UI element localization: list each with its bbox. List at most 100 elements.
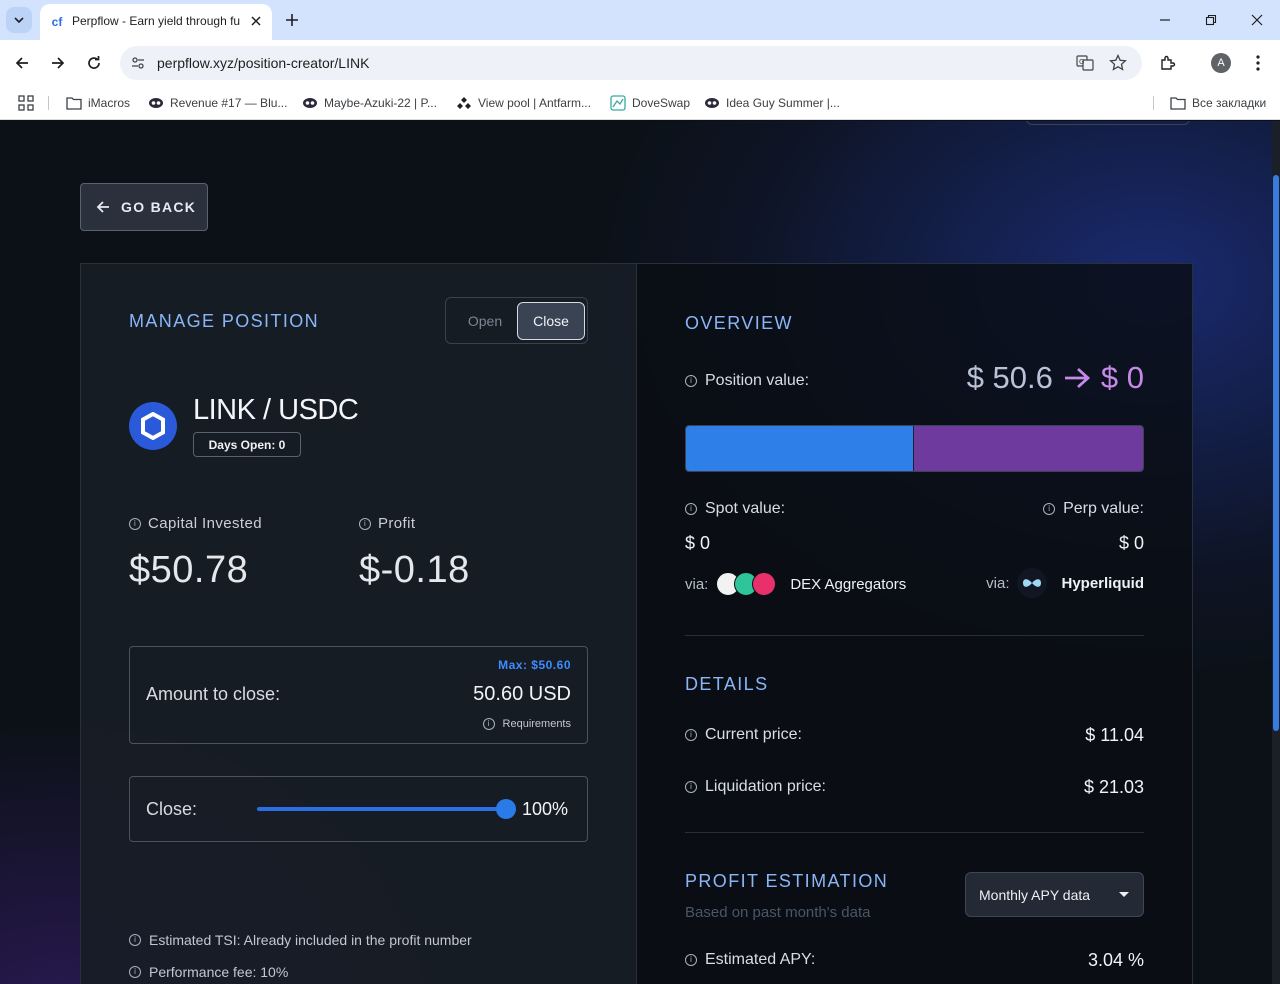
minimize-button[interactable]: [1157, 12, 1173, 28]
back-button[interactable]: [12, 53, 32, 73]
max-amount-button[interactable]: Max: $50.60: [498, 658, 571, 672]
arrow-left-icon: [96, 201, 109, 213]
info-icon[interactable]: i: [685, 729, 697, 741]
performance-fee-note: i Performance fee: 10%: [129, 964, 288, 980]
header-button-edge[interactable]: [1026, 121, 1190, 125]
details-title: DETAILS: [685, 674, 769, 694]
position-value-change: $ 50.6 $ 0: [967, 360, 1144, 396]
info-icon[interactable]: i: [685, 781, 697, 793]
info-icon[interactable]: i: [1043, 503, 1056, 515]
spot-bar-segment: [686, 426, 914, 471]
bookmark-doveswap[interactable]: DoveSwap: [610, 94, 690, 112]
info-icon[interactable]: i: [685, 503, 697, 515]
amount-to-close-label: Amount to close:: [146, 684, 281, 704]
apy-data-dropdown[interactable]: Monthly APY data: [965, 872, 1144, 917]
page-viewport: GO BACK MANAGE POSITION Open Close LINK …: [0, 121, 1272, 984]
browser-tab-strip: cf Perpflow - Earn yield through fu: [0, 0, 1280, 40]
amount-to-close-field[interactable]: Amount to close: Max: $50.60 50.60 USD i…: [129, 646, 588, 744]
window-close-button[interactable]: [1249, 12, 1265, 28]
bookmark-idea-guy[interactable]: Idea Guy Summer |...: [704, 94, 840, 112]
slider-track[interactable]: [257, 807, 507, 811]
perp-via-name: Hyperliquid: [1061, 574, 1144, 592]
info-icon[interactable]: i: [685, 375, 697, 387]
estimated-tsi-note: i Estimated TSI: Already included in the…: [129, 932, 472, 948]
perp-value: $ 0: [1118, 533, 1144, 553]
current-price-label: i Current price:: [685, 726, 802, 744]
bookmark-maybe-azuki[interactable]: Maybe-Azuki-22 | P...: [302, 94, 437, 112]
spot-via-name: DEX Aggregators: [790, 575, 907, 593]
close-slider-value: 100%: [522, 799, 569, 819]
minimize-icon: [1160, 19, 1170, 21]
browser-menu-button[interactable]: [1248, 53, 1268, 73]
toggle-open-option[interactable]: Open: [454, 303, 516, 339]
bookmark-star-icon[interactable]: [1109, 54, 1127, 72]
position-value-label: i Position value:: [685, 372, 809, 390]
perp-bar-segment: [913, 426, 1143, 471]
extensions-button[interactable]: [1158, 53, 1178, 73]
info-icon[interactable]: i: [129, 517, 141, 530]
estimated-apy-value: 3.04 %: [1087, 950, 1144, 970]
section-divider: [685, 635, 1144, 636]
spot-value: $ 0: [685, 533, 711, 553]
perpflow-favicon-icon: cf: [51, 15, 63, 29]
go-back-button[interactable]: GO BACK: [80, 183, 208, 231]
close-icon: [251, 16, 261, 26]
doveswap-icon: [610, 95, 626, 111]
manage-position-title: MANAGE POSITION: [129, 311, 320, 331]
arrow-right-icon: [52, 57, 65, 69]
info-icon[interactable]: i: [129, 966, 141, 978]
spot-value-label: i Spot value:: [685, 500, 785, 518]
bookmarks-separator: [1153, 96, 1154, 110]
address-bar[interactable]: perpflow.xyz/position-creator/LINK G: [120, 46, 1142, 80]
capital-invested-label: i Capital Invested: [129, 515, 262, 532]
overview-panel: OVERVIEW i Position value: $ 50.6 $ 0 i …: [637, 263, 1193, 984]
puzzle-icon: [1161, 55, 1176, 70]
close-icon: [1251, 14, 1263, 26]
bookmark-imacros[interactable]: iMacros: [66, 94, 130, 112]
new-tab-button[interactable]: [282, 10, 302, 30]
token-pair-name: LINK / USDC: [193, 394, 359, 426]
tab-close-button[interactable]: [248, 13, 264, 29]
profile-avatar[interactable]: A: [1211, 53, 1231, 73]
manage-position-panel: MANAGE POSITION Open Close LINK / USDC D…: [80, 263, 637, 984]
reload-button[interactable]: [84, 53, 104, 73]
caret-down-icon: [1119, 892, 1129, 897]
more-vert-icon: [1256, 55, 1260, 71]
all-bookmarks-button[interactable]: Все закладки: [1170, 94, 1266, 112]
liquidation-price-label: i Liquidation price:: [685, 778, 826, 796]
scrollbar-thumb[interactable]: [1273, 175, 1279, 731]
spot-perp-split-bar: [685, 425, 1144, 472]
estimated-apy-label: i Estimated APY:: [685, 951, 815, 969]
plus-icon: [286, 14, 298, 26]
info-icon[interactable]: i: [129, 934, 141, 946]
tab-search-button[interactable]: [6, 7, 32, 33]
restore-button[interactable]: [1203, 12, 1219, 28]
toggle-close-option[interactable]: Close: [517, 302, 585, 340]
page-scrollbar[interactable]: [1272, 121, 1280, 984]
browser-tab-active[interactable]: cf Perpflow - Earn yield through fu: [40, 4, 272, 40]
folder-icon: [1170, 95, 1186, 111]
capital-invested-value: $50.78: [129, 549, 249, 591]
info-icon[interactable]: i: [685, 954, 697, 966]
eyes-icon: [302, 95, 318, 111]
restore-icon: [1205, 14, 1217, 26]
chainlink-token-icon: [129, 402, 177, 450]
browser-toolbar: perpflow.xyz/position-creator/LINK G A: [0, 40, 1280, 86]
slider-thumb[interactable]: [496, 799, 516, 819]
chevron-down-icon: [14, 17, 24, 24]
site-info-icon[interactable]: [130, 55, 146, 71]
url-text[interactable]: perpflow.xyz/position-creator/LINK: [157, 55, 369, 71]
bookmark-antfarm[interactable]: View pool | Antfarm...: [456, 94, 591, 112]
bookmark-revenue[interactable]: Revenue #17 — Blu...: [148, 94, 287, 112]
dex-aggregator-icons: [716, 572, 777, 596]
translate-icon[interactable]: G: [1076, 54, 1094, 72]
amount-to-close-value[interactable]: 50.60 USD: [473, 683, 571, 706]
apps-button[interactable]: [18, 94, 34, 112]
current-price-value: $ 11.04: [1085, 725, 1144, 745]
folder-icon: [66, 95, 82, 111]
open-close-toggle: Open Close: [445, 297, 588, 344]
forward-button[interactable]: [48, 53, 68, 73]
overview-title: OVERVIEW: [685, 313, 793, 333]
info-icon[interactable]: i: [359, 517, 371, 530]
requirements-link[interactable]: i Requirements: [482, 718, 571, 730]
